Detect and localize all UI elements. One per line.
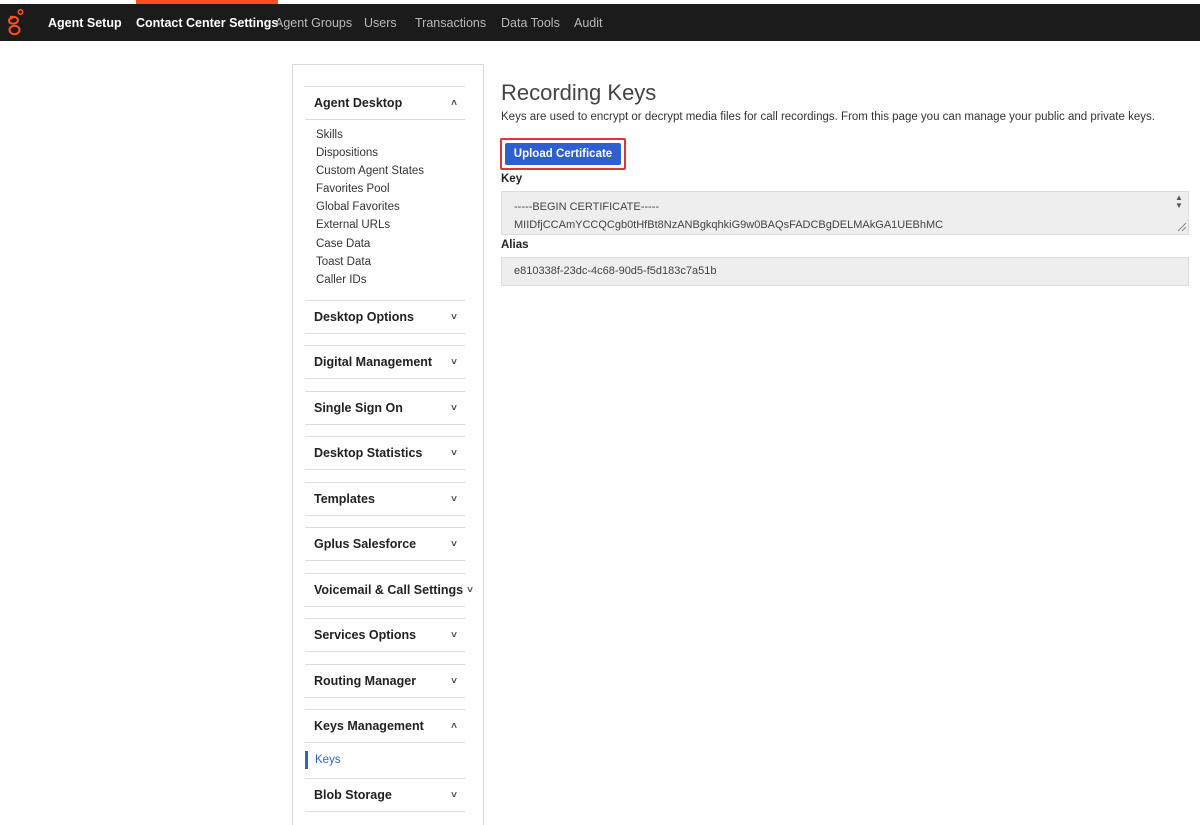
sidebar-section-blob-storage[interactable]: Blob Storage ˅ — [305, 778, 465, 812]
nav-users[interactable]: Users — [364, 4, 397, 41]
key-label: Key — [501, 173, 523, 185]
sidebar-section-desktop-statistics[interactable]: Desktop Statistics ˅ — [305, 436, 465, 470]
chevron-down-icon: ˅ — [451, 629, 457, 641]
alias-field[interactable]: e810338f-23dc-4c68-90d5-f5d183c7a51b — [501, 257, 1189, 286]
sidebar-section-keys-management[interactable]: Keys Management ˄ — [305, 709, 465, 743]
sidebar-item-caller-ids[interactable]: Caller IDs — [316, 271, 366, 289]
key-scroll-arrows-icon[interactable]: ▲ ▼ — [1172, 194, 1186, 212]
sidebar-section-label: Single Sign On — [314, 401, 403, 415]
chevron-down-icon: ˅ — [451, 493, 457, 505]
chevron-down-icon: ˅ — [451, 675, 457, 687]
top-nav-bar: Agent Setup Contact Center Settings Agen… — [0, 0, 1200, 41]
chevron-up-icon: ˄ — [451, 97, 457, 109]
sidebar-section-label: Gplus Salesforce — [314, 537, 417, 551]
sidebar-section-single-sign-on[interactable]: Single Sign On ˅ — [305, 391, 465, 425]
sidebar-section-voicemail-call-settings[interactable]: Voicemail & Call Settings ˅ — [305, 573, 473, 607]
page-title: Recording Keys — [501, 80, 657, 105]
nav-agent-groups[interactable]: Agent Groups — [275, 4, 352, 41]
sidebar-item-keys[interactable]: Keys — [305, 751, 455, 769]
chevron-down-icon: ˅ — [467, 584, 473, 596]
sidebar-section-label: Services Options — [314, 628, 417, 642]
sidebar-item-skills[interactable]: Skills — [316, 126, 343, 144]
sidebar-item-external-urls[interactable]: External URLs — [316, 216, 390, 234]
sidebar-section-agent-desktop[interactable]: Agent Desktop ˄ — [305, 86, 465, 120]
upload-button-highlight: Upload Certificate — [500, 138, 626, 170]
sidebar-section-desktop-options[interactable]: Desktop Options ˅ — [305, 300, 465, 334]
sidebar-section-label: Blob Storage — [314, 788, 392, 802]
sidebar-section-label: Keys Management — [314, 719, 424, 733]
sidebar-section-label: Voicemail & Call Settings — [314, 583, 464, 597]
sidebar-section-label: Desktop Options — [314, 310, 415, 324]
key-line: MIIDfjCCAmYCCQCgb0tHfBt8NzANBgkqhkiG9w0B… — [514, 219, 944, 231]
sidebar-item-favorites-pool[interactable]: Favorites Pool — [316, 180, 390, 198]
sidebar-section-label: Desktop Statistics — [314, 446, 423, 460]
sidebar-section-label: Routing Manager — [314, 674, 417, 688]
resize-handle-icon[interactable] — [1177, 222, 1187, 232]
chevron-up-icon: ˄ — [451, 720, 457, 732]
sidebar-section-label: Templates — [314, 492, 375, 506]
sidebar-item-dispositions[interactable]: Dispositions — [316, 144, 378, 162]
sidebar-item-custom-agent-states[interactable]: Custom Agent States — [316, 162, 424, 180]
sidebar-item-toast-data[interactable]: Toast Data — [316, 253, 371, 271]
sidebar-section-templates[interactable]: Templates ˅ — [305, 482, 465, 516]
chevron-down-icon: ˅ — [451, 447, 457, 459]
sidebar-section-routing-manager[interactable]: Routing Manager ˅ — [305, 664, 465, 698]
chevron-down-icon: ˅ — [451, 356, 457, 368]
page-description: Keys are used to encrypt or decrypt medi… — [501, 111, 1155, 123]
chevron-down-icon: ˅ — [451, 311, 457, 323]
upload-certificate-button[interactable]: Upload Certificate — [505, 143, 621, 165]
nav-agent-setup[interactable]: Agent Setup — [48, 4, 122, 41]
nav-contact-center-settings[interactable]: Contact Center Settings — [136, 0, 279, 41]
settings-sidebar: Agent Desktop ˄ Skills Dispositions Cust… — [292, 64, 484, 825]
sidebar-section-gplus-salesforce[interactable]: Gplus Salesforce ˅ — [305, 527, 465, 561]
sidebar-item-global-favorites[interactable]: Global Favorites — [316, 198, 400, 216]
key-textarea[interactable]: -----BEGIN CERTIFICATE----- MIIDfjCCAmYC… — [501, 191, 1189, 235]
alias-label: Alias — [501, 239, 529, 251]
chevron-down-icon: ˅ — [451, 789, 457, 801]
nav-transactions[interactable]: Transactions — [415, 4, 486, 41]
sidebar-section-label: Digital Management — [314, 355, 433, 369]
sidebar-section-label: Agent Desktop — [314, 96, 403, 110]
sidebar-section-digital-management[interactable]: Digital Management ˅ — [305, 345, 465, 379]
sidebar-section-services-options[interactable]: Services Options ˅ — [305, 618, 465, 652]
sidebar-item-case-data[interactable]: Case Data — [316, 235, 370, 253]
chevron-down-icon: ˅ — [451, 402, 457, 414]
nav-audit[interactable]: Audit — [574, 4, 603, 41]
key-line: -----BEGIN CERTIFICATE----- — [514, 201, 660, 213]
nav-data-tools[interactable]: Data Tools — [501, 4, 560, 41]
chevron-down-icon: ˅ — [451, 538, 457, 550]
genesys-logo-icon[interactable] — [5, 8, 25, 38]
